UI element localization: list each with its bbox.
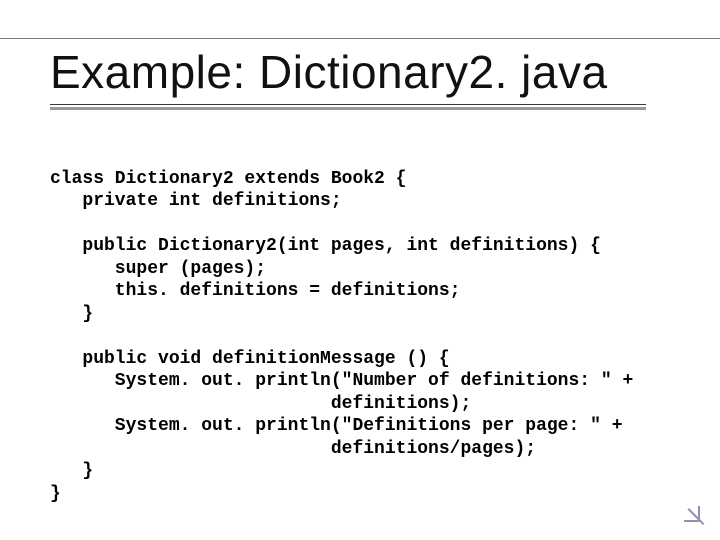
code-line: System. out. println("Definitions per pa…: [50, 416, 623, 436]
code-line: definitions);: [50, 394, 471, 414]
code-line: }: [50, 484, 61, 504]
code-line: this. definitions = definitions;: [50, 281, 460, 301]
code-line: System. out. println("Number of definiti…: [50, 371, 633, 391]
code-line: super (pages);: [50, 259, 266, 279]
code-line: class Dictionary2 extends Book2 {: [50, 169, 406, 189]
code-block: class Dictionary2 extends Book2 { privat…: [50, 145, 633, 505]
code-line: public Dictionary2(int pages, int defini…: [50, 236, 601, 256]
slide: Example: Dictionary2. java class Diction…: [0, 0, 720, 540]
code-line: definitions/pages);: [50, 439, 536, 459]
code-line: private int definitions;: [50, 191, 342, 211]
top-rule: [0, 38, 720, 39]
title-underline: [50, 104, 646, 105]
code-line: }: [50, 461, 93, 481]
code-line: }: [50, 304, 93, 324]
title-shadow: [50, 107, 646, 110]
slide-title: Example: Dictionary2. java: [50, 48, 608, 96]
corner-decoration-icon: [684, 506, 700, 522]
code-line: public void definitionMessage () {: [50, 349, 450, 369]
